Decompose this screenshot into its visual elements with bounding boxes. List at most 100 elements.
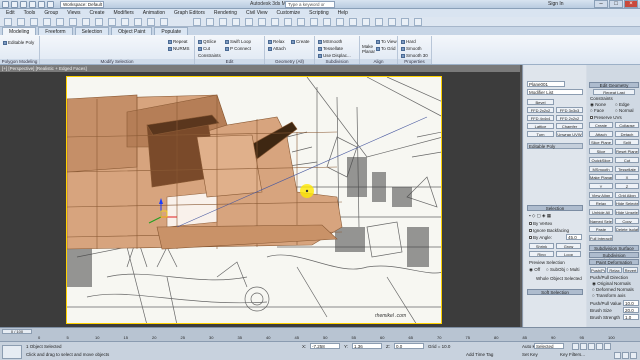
material-editor-icon[interactable] [375, 18, 383, 26]
modifier-button[interactable]: FFD 3x3x3 [556, 107, 583, 113]
relax-button[interactable]: Relax [607, 267, 622, 273]
subdivision-surface-header[interactable]: Subdivision Surface [589, 245, 639, 251]
shrink-button[interactable]: Shrink [529, 243, 554, 249]
zoom-icon[interactable] [614, 352, 621, 359]
repeat-last-button[interactable]: Repeat Last [593, 89, 635, 95]
snaps-icon[interactable] [232, 18, 240, 26]
menu-item-tools[interactable]: Tools [24, 10, 36, 16]
edit-geometry-button[interactable]: Hide Selected [615, 200, 639, 207]
time-slider[interactable]: 0 / 100 [2, 329, 32, 334]
move-icon[interactable] [121, 18, 129, 26]
edit-geometry-button[interactable]: Unhide All [589, 209, 613, 215]
edit-geometry-header[interactable]: Edit Geometry [589, 82, 639, 88]
paint-deformation-header[interactable]: Paint Deformation [589, 259, 639, 265]
modifier-button[interactable]: Bevel [527, 99, 554, 105]
ref-coord-icon[interactable] [160, 18, 168, 26]
edit-item-p-connect[interactable]: P Connect [225, 46, 251, 51]
set-key-button[interactable]: Set Key [522, 352, 538, 357]
edit-geometry-button[interactable]: Hide Unselected [615, 209, 639, 215]
render-icon[interactable] [414, 18, 422, 26]
edit-geometry-button[interactable]: Y [589, 182, 613, 189]
soft-selection-header[interactable]: Soft Selection [527, 289, 583, 295]
modifier-button[interactable]: Unwrap UVW [556, 131, 583, 137]
select-icon[interactable] [69, 18, 77, 26]
edit-geometry-button[interactable]: Tessellate [615, 165, 639, 172]
pivot-icon[interactable] [193, 18, 201, 26]
selection-rollout-header[interactable]: Selection [527, 205, 583, 211]
layer-manager-icon[interactable] [323, 18, 331, 26]
modifier-button[interactable]: FFD 2x2x2 [556, 115, 583, 121]
edit-geometry-button[interactable]: Relax [589, 200, 613, 207]
z-coord-field[interactable]: 0.0 [394, 343, 424, 349]
loop-button[interactable]: Loop [556, 251, 581, 257]
menu-item-civil-view[interactable]: Civil View [246, 10, 268, 16]
transform-axis-radio[interactable]: ○ Transform axis [592, 293, 625, 298]
modify-item-repeat[interactable]: Repeat [168, 39, 188, 44]
go-to-start-icon[interactable] [572, 343, 579, 350]
play-icon[interactable] [588, 343, 595, 350]
previous-frame-icon[interactable] [580, 343, 587, 350]
geometry-item-attach[interactable]: Attach [268, 46, 286, 51]
edit-geometry-button[interactable]: View Align [589, 191, 613, 198]
tab-object-paint[interactable]: Object Paint [111, 27, 153, 35]
add-time-tag[interactable]: Add Time Tag [466, 352, 493, 357]
edit-item-cut[interactable]: Cut [198, 46, 210, 51]
by-angle-checkbox[interactable]: By Angle: [529, 235, 552, 240]
app-menu-icon[interactable] [2, 1, 9, 8]
edit-item-qslice[interactable]: QSlice [198, 39, 216, 44]
minimize-button[interactable]: – [594, 0, 608, 8]
scale-icon[interactable] [147, 18, 155, 26]
preview-off-radio[interactable]: ◉ Off [529, 267, 540, 273]
tab-modeling[interactable]: Modeling [2, 27, 37, 35]
brush-strength-field[interactable]: 1.0 [623, 314, 639, 320]
edit-geometry-button[interactable]: Slice Plane [589, 139, 613, 146]
edit-geometry-button[interactable]: Z [615, 182, 639, 189]
rotate-icon[interactable] [134, 18, 142, 26]
properties-item-smooth[interactable]: Smooth [401, 46, 422, 51]
percent-snap-icon[interactable] [258, 18, 266, 26]
deformed-normals-radio[interactable]: ○ Deformed Normals [592, 287, 634, 292]
bind-space-warp-icon[interactable] [56, 18, 64, 26]
modifier-button[interactable]: FFD 2x2x2 [527, 107, 554, 113]
subdivision-item-tessellate[interactable]: Tessellate [318, 46, 343, 51]
maxscript-listener[interactable] [2, 345, 22, 359]
modify-item-nurms[interactable]: NURMS [168, 46, 190, 51]
rendered-frame-icon[interactable] [401, 18, 409, 26]
workspace-dropdown[interactable]: Workspace: Default [60, 1, 104, 8]
editable-poly-mesh[interactable] [67, 94, 343, 250]
edit-geometry-button[interactable]: Create [589, 122, 613, 128]
edit-geometry-button[interactable]: QuickSlice [589, 156, 613, 163]
preview-subobj-radio[interactable]: ○ SubObj [546, 267, 565, 272]
align-icon[interactable] [310, 18, 318, 26]
geometry-item-relax[interactable]: Relax [268, 39, 285, 44]
edit-geometry-button[interactable]: Grid Align [615, 191, 639, 198]
constraint-face-radio[interactable]: ○ Face [590, 108, 604, 113]
vertex-mode-icons[interactable]: ▪ ◇ ▢ ◈ ▦ [529, 213, 551, 219]
subdivision-item-displace[interactable]: Use Displac... [318, 53, 351, 58]
menu-item-customize[interactable]: Customize [277, 10, 301, 16]
undo-icon[interactable] [4, 18, 12, 26]
edit-geometry-button[interactable]: Collapse [615, 122, 639, 128]
rect-selection-icon[interactable] [95, 18, 103, 26]
edit-geometry-button[interactable]: Make Planar [589, 174, 613, 181]
redo-icon[interactable] [47, 1, 54, 8]
revert-button[interactable]: Revert [623, 267, 638, 273]
link-icon[interactable] [30, 18, 38, 26]
go-to-end-icon[interactable] [604, 343, 611, 350]
ring-button[interactable]: Ring [529, 251, 554, 257]
key-filters-button[interactable]: Key Filters... [560, 352, 585, 357]
spinner-snap-icon[interactable] [271, 18, 279, 26]
subdivision-item-msmooth[interactable]: MSmooth [318, 39, 342, 44]
edit-geometry-button[interactable]: Split [615, 139, 639, 146]
schematic-view-icon[interactable] [362, 18, 370, 26]
open-file-icon[interactable] [20, 1, 27, 8]
undo-icon[interactable] [38, 1, 45, 8]
maximize-button[interactable]: □ [609, 0, 623, 8]
properties-item-smooth-30[interactable]: Smooth 30 [401, 53, 428, 58]
menu-item-views[interactable]: Views [67, 10, 80, 16]
menu-item-modifiers[interactable]: Modifiers [113, 10, 133, 16]
y-coord-field[interactable]: 1.36 [352, 343, 382, 349]
geometry-item-create[interactable]: Create [291, 39, 310, 44]
edit-item-constraints[interactable]: Constraints [198, 53, 221, 58]
edit-geometry-button[interactable]: Cut [615, 156, 639, 163]
